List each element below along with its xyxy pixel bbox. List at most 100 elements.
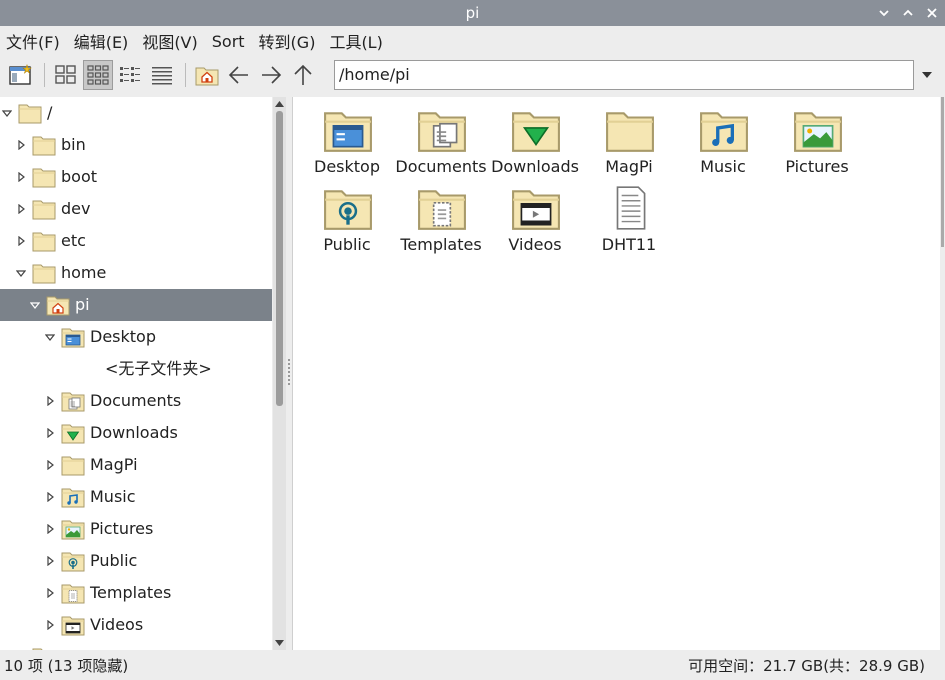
file-item-downloads[interactable]: Downloads — [488, 99, 582, 177]
file-item-documents[interactable]: Documents — [394, 99, 488, 177]
expander-expanded-icon[interactable] — [2, 108, 12, 118]
tree-item-label: lib — [61, 641, 80, 650]
file-item-label: Desktop — [314, 157, 380, 176]
file-item-label: Downloads — [491, 157, 579, 176]
menu-tools[interactable]: 工具(L) — [329, 29, 382, 53]
tree-item-downloads[interactable]: Downloads — [0, 417, 272, 449]
tree-item-pi[interactable]: pi — [0, 289, 272, 321]
view-compact-button[interactable] — [115, 60, 145, 90]
file-item-label: MagPi — [605, 157, 653, 176]
expander-collapsed-icon[interactable] — [16, 204, 26, 214]
folder-icon — [32, 230, 56, 252]
chevron-up-icon — [903, 9, 913, 16]
file-item-dht11[interactable]: DHT11 — [582, 177, 676, 255]
file-item-music[interactable]: Music — [676, 99, 770, 177]
expander-expanded-icon[interactable] — [45, 332, 55, 342]
file-item-videos[interactable]: Videos — [488, 177, 582, 255]
home-folder-icon — [46, 294, 70, 316]
menu-file[interactable]: 文件(F) — [6, 29, 60, 53]
tree-item-label: Desktop — [90, 327, 156, 346]
close-icon — [927, 8, 937, 18]
templates-folder-icon — [61, 582, 85, 604]
arrow-left-icon — [228, 66, 248, 84]
expander-collapsed-icon[interactable] — [45, 524, 55, 534]
title-bar: pi — [0, 0, 945, 26]
expander-collapsed-icon[interactable] — [16, 172, 26, 182]
tree-item-lib[interactable]: lib — [0, 641, 272, 650]
expander-expanded-icon[interactable] — [16, 268, 26, 278]
menu-go[interactable]: 转到(G) — [259, 29, 316, 53]
expander-collapsed-icon[interactable] — [45, 556, 55, 566]
tree-item-etc[interactable]: etc — [0, 225, 272, 257]
file-item-desktop[interactable]: Desktop — [300, 99, 394, 177]
menu-sort[interactable]: Sort — [212, 32, 245, 51]
scrollbar-thumb[interactable] — [276, 111, 283, 406]
icon-view-scroll-thumb[interactable] — [941, 97, 944, 247]
expander-collapsed-icon[interactable] — [45, 492, 55, 502]
tree-scrollbar[interactable] — [273, 97, 286, 650]
expander-collapsed-icon[interactable] — [45, 428, 55, 438]
tree-item-documents[interactable]: Documents — [0, 385, 272, 417]
arrow-right-icon — [262, 66, 282, 84]
templates-folder-icon — [417, 185, 467, 230]
expander-collapsed-icon[interactable] — [16, 140, 26, 150]
file-item-label: Pictures — [785, 157, 849, 176]
expander-collapsed-icon[interactable] — [45, 396, 55, 406]
path-history-dropdown[interactable] — [916, 60, 938, 90]
music-folder-icon — [699, 107, 749, 152]
menu-bar: 文件(F) 编辑(E) 视图(V) Sort 转到(G) 工具(L) — [0, 26, 945, 56]
file-item-magpi[interactable]: MagPi — [582, 99, 676, 177]
view-icons-button[interactable] — [51, 60, 81, 90]
tree-item-public[interactable]: Public — [0, 545, 272, 577]
file-item-pictures[interactable]: Pictures — [770, 99, 864, 177]
close-button[interactable] — [925, 6, 939, 20]
view-list-button[interactable] — [147, 60, 177, 90]
minimize-button[interactable] — [877, 6, 891, 20]
maximize-button[interactable] — [901, 6, 915, 20]
tree-item-label: Documents — [90, 391, 182, 410]
tree-item-label: <无子文件夹> — [105, 359, 212, 378]
toolbar-separator — [185, 63, 186, 87]
tree-item-magpi[interactable]: MagPi — [0, 449, 272, 481]
tree-item-home[interactable]: home — [0, 257, 272, 289]
home-button[interactable] — [192, 60, 222, 90]
menu-view[interactable]: 视图(V) — [142, 29, 197, 53]
forward-button[interactable] — [256, 60, 286, 90]
menu-edit[interactable]: 编辑(E) — [74, 29, 129, 53]
expander-collapsed-icon[interactable] — [45, 460, 55, 470]
tree-item-root[interactable]: / — [0, 97, 272, 129]
tree-item-boot[interactable]: boot — [0, 161, 272, 193]
view-thumbnails-button[interactable] — [83, 60, 113, 90]
file-item-label: Music — [700, 157, 746, 176]
videos-folder-icon — [61, 614, 85, 636]
tree-item-pictures[interactable]: Pictures — [0, 513, 272, 545]
scroll-up-arrow[interactable] — [273, 98, 286, 110]
path-input[interactable]: /home/pi — [334, 60, 914, 90]
tree-item-label: etc — [61, 231, 86, 250]
small-icons-view-icon — [87, 65, 109, 85]
tree-item-label: Music — [90, 487, 136, 506]
tree-item-music[interactable]: Music — [0, 481, 272, 513]
expander-collapsed-icon[interactable] — [16, 236, 26, 246]
file-icon-view[interactable]: Desktop Documents Downloads MagPi Music … — [292, 97, 940, 650]
expander-expanded-icon[interactable] — [30, 300, 40, 310]
expander-collapsed-icon[interactable] — [45, 588, 55, 598]
file-item-label: Videos — [508, 235, 562, 254]
tree-item-desktop[interactable]: Desktop — [0, 321, 272, 353]
file-item-templates[interactable]: Templates — [394, 177, 488, 255]
tree-item-label: bin — [61, 135, 86, 154]
folder-icon — [32, 198, 56, 220]
new-window-button[interactable] — [6, 60, 36, 90]
file-item-public[interactable]: Public — [300, 177, 394, 255]
icon-view-scrollbar[interactable] — [940, 97, 945, 650]
tree-item-bin[interactable]: bin — [0, 129, 272, 161]
back-button[interactable] — [224, 60, 254, 90]
tree-item-videos[interactable]: Videos — [0, 609, 272, 641]
scroll-down-arrow[interactable] — [273, 637, 286, 649]
expander-collapsed-icon[interactable] — [45, 620, 55, 630]
tree-item-templates[interactable]: Templates — [0, 577, 272, 609]
up-button[interactable] — [288, 60, 318, 90]
tree-item-label: / — [47, 103, 53, 122]
tree-item-label: home — [61, 263, 107, 282]
tree-item-dev[interactable]: dev — [0, 193, 272, 225]
